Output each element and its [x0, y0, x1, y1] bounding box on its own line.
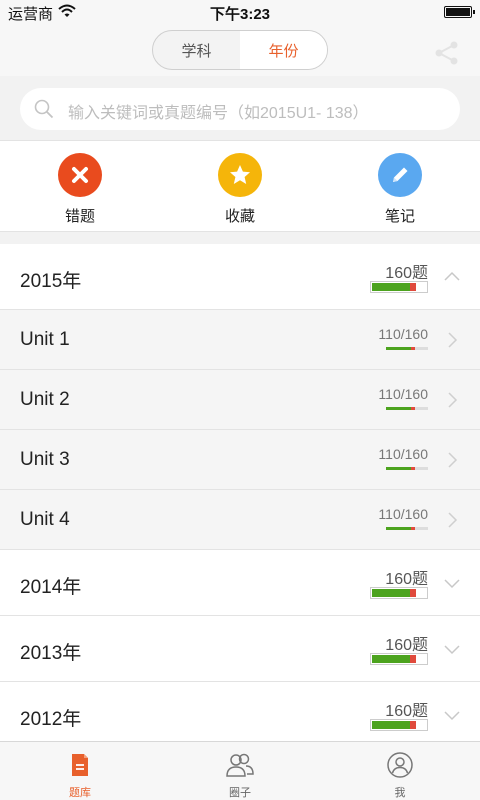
progress-correct	[386, 347, 412, 350]
unit-progress-count: 110/160	[378, 386, 428, 402]
tab-label: 题库	[69, 787, 91, 799]
progress-wrong	[410, 589, 416, 597]
progress-correct	[372, 721, 411, 729]
chevron-right-icon	[448, 512, 458, 528]
tab-question-bank[interactable]: 题库	[0, 742, 160, 800]
unit-row[interactable]: Unit 3 110/160	[0, 430, 480, 490]
share-icon[interactable]	[434, 40, 460, 66]
question-count: 160题	[385, 637, 428, 654]
notes-label: 笔记	[384, 208, 415, 225]
star-icon	[218, 153, 262, 197]
quick-actions: 错题 收藏 笔记	[0, 140, 480, 232]
progress-correct	[372, 655, 411, 663]
tab-label: 我	[394, 787, 406, 799]
search-icon	[34, 99, 54, 119]
year-row-2012[interactable]: 2012年 160题	[0, 682, 480, 748]
nav-bar: 学科 年份	[0, 24, 480, 76]
question-bank-icon	[72, 754, 88, 776]
year-label: 2014年	[20, 577, 82, 598]
wrong-questions-button[interactable]: 错题	[40, 153, 120, 226]
chevron-down-icon	[444, 645, 460, 655]
status-time: 下午3:23	[209, 6, 271, 23]
progress-correct	[372, 589, 411, 597]
wrong-questions-label: 错题	[64, 208, 95, 225]
progress-bar	[370, 281, 428, 293]
progress-bar	[370, 587, 428, 599]
group-icon	[226, 753, 254, 777]
unit-label: Unit 3	[20, 449, 70, 470]
tab-subject[interactable]: 学科	[153, 31, 240, 69]
unit-label: Unit 1	[20, 329, 70, 350]
unit-row[interactable]: Unit 4 110/160	[0, 490, 480, 550]
progress-wrong	[410, 655, 416, 663]
close-icon	[58, 153, 102, 197]
progress-wrong	[410, 721, 416, 729]
year-label: 2015年	[20, 271, 82, 292]
unit-row[interactable]: Unit 2 110/160	[0, 370, 480, 430]
unit-progress-count: 110/160	[378, 506, 428, 522]
unit-progress-count: 110/160	[378, 446, 428, 462]
progress-correct	[372, 283, 411, 291]
year-row-2015[interactable]: 2015年 160题	[0, 244, 480, 310]
question-count: 160题	[385, 703, 428, 720]
tab-bar: 题库 圈子 我	[0, 741, 480, 800]
chevron-down-icon	[444, 579, 460, 589]
progress-bar	[370, 719, 428, 731]
question-count: 160题	[385, 265, 428, 282]
search-placeholder: 输入关键词或真题编号（如2015U1- 138）	[68, 105, 369, 122]
question-count: 160题	[385, 571, 428, 588]
unit-label: Unit 4	[20, 509, 70, 530]
chevron-down-icon	[444, 711, 460, 721]
year-list: 2015年 160题 Unit 1 110/160 Unit 2 110/160…	[0, 244, 480, 748]
progress-wrong	[410, 283, 416, 291]
battery-icon	[444, 6, 475, 18]
favorites-button[interactable]: 收藏	[200, 153, 280, 226]
progress-wrong	[411, 467, 416, 470]
year-label: 2013年	[20, 643, 82, 664]
tab-me[interactable]: 我	[320, 742, 480, 800]
year-row-2013[interactable]: 2013年 160题	[0, 616, 480, 682]
profile-icon	[387, 752, 413, 778]
unit-label: Unit 2	[20, 389, 70, 410]
year-row-2014[interactable]: 2014年 160题	[0, 550, 480, 616]
progress-correct	[386, 467, 412, 470]
chevron-right-icon	[448, 332, 458, 348]
chevron-up-icon	[444, 271, 460, 281]
unit-progress-count: 110/160	[378, 326, 428, 342]
unit-row[interactable]: Unit 1 110/160	[0, 310, 480, 370]
unit-progress-bar	[386, 347, 428, 350]
unit-progress-bar	[386, 467, 428, 470]
notes-button[interactable]: 笔记	[360, 153, 440, 226]
search-input[interactable]: 输入关键词或真题编号（如2015U1- 138）	[20, 88, 460, 130]
tab-circles[interactable]: 圈子	[160, 742, 320, 800]
unit-progress-bar	[386, 527, 428, 530]
progress-wrong	[411, 347, 416, 350]
unit-progress-bar	[386, 407, 428, 410]
search-area: 输入关键词或真题编号（如2015U1- 138）	[0, 76, 480, 140]
progress-correct	[386, 407, 412, 410]
segmented-control: 学科 年份	[152, 30, 328, 70]
status-bar: 运营商 下午3:23	[0, 0, 480, 24]
progress-wrong	[411, 527, 416, 530]
tab-year[interactable]: 年份	[240, 31, 327, 69]
chevron-right-icon	[448, 452, 458, 468]
pencil-icon	[378, 153, 422, 197]
year-label: 2012年	[20, 709, 82, 730]
tab-label: 圈子	[229, 787, 251, 799]
favorites-label: 收藏	[224, 208, 255, 225]
progress-correct	[386, 527, 412, 530]
progress-bar	[370, 653, 428, 665]
chevron-right-icon	[448, 392, 458, 408]
progress-wrong	[411, 407, 416, 410]
